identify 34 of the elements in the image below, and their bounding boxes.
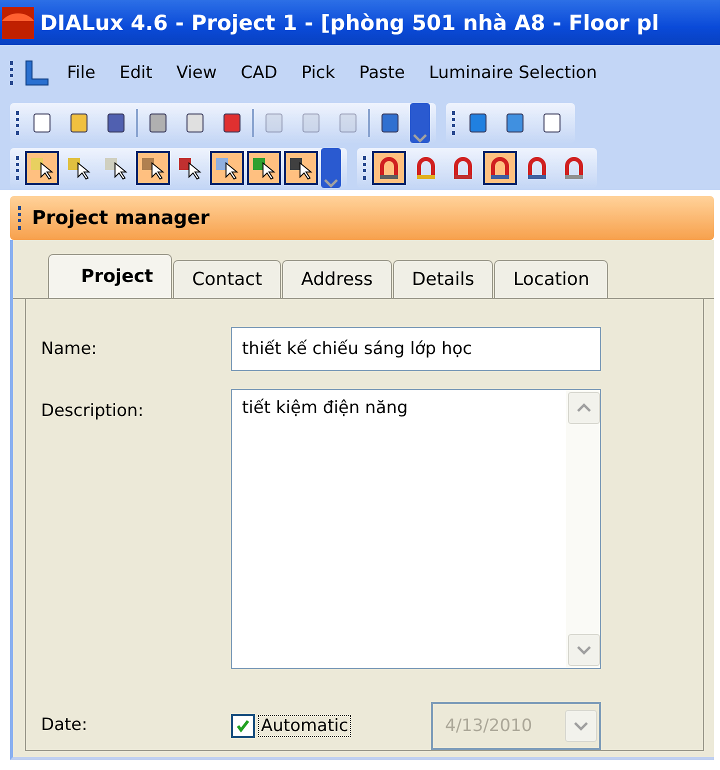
description-field[interactable]: tiết kiệm điện năng: [231, 389, 601, 669]
chevron-down-icon: [412, 132, 428, 142]
tab[interactable]: Address: [282, 260, 392, 298]
menu-item[interactable]: File: [58, 58, 104, 86]
toolbar-button[interactable]: [136, 150, 170, 184]
chevron-up-icon: [576, 403, 592, 413]
toolbar-button[interactable]: [210, 150, 244, 184]
toolbar-button[interactable]: [284, 150, 318, 184]
menu-item[interactable]: Paste: [350, 58, 414, 86]
toolbar-button[interactable]: [372, 150, 406, 184]
menu-item[interactable]: Pick: [292, 58, 344, 86]
name-field[interactable]: thiết kế chiếu sáng lớp học: [231, 327, 601, 371]
tab[interactable]: Location: [494, 260, 608, 298]
menu-item[interactable]: Edit: [110, 58, 162, 86]
tab[interactable]: Project: [48, 254, 172, 298]
panel-title: Project manager: [32, 207, 210, 229]
field-label: Name:: [41, 338, 98, 361]
menu-item[interactable]: Luminaire Selection: [420, 58, 606, 86]
scrollbar[interactable]: [566, 390, 600, 668]
chevron-down-icon: [573, 721, 589, 731]
toolbar-button[interactable]: [25, 150, 59, 184]
window-title: DIALux 4.6 - Project 1 - [phòng 501 nhà A8 - Floor pl: [40, 10, 659, 34]
app-logo-icon: [2, 6, 34, 38]
chevron-down-icon: [576, 645, 592, 655]
field-label: Date:: [41, 714, 88, 737]
tab[interactable]: Contact: [173, 260, 282, 298]
tab[interactable]: Details: [392, 260, 494, 298]
toolbar-button[interactable]: [247, 150, 281, 184]
menu-item[interactable]: CAD: [232, 58, 286, 86]
field-label: Description:: [41, 400, 145, 423]
toolbar-button[interactable]: [483, 150, 517, 184]
menu-item[interactable]: View: [167, 58, 226, 86]
chevron-down-icon: [323, 178, 339, 188]
check-icon: [236, 719, 250, 733]
